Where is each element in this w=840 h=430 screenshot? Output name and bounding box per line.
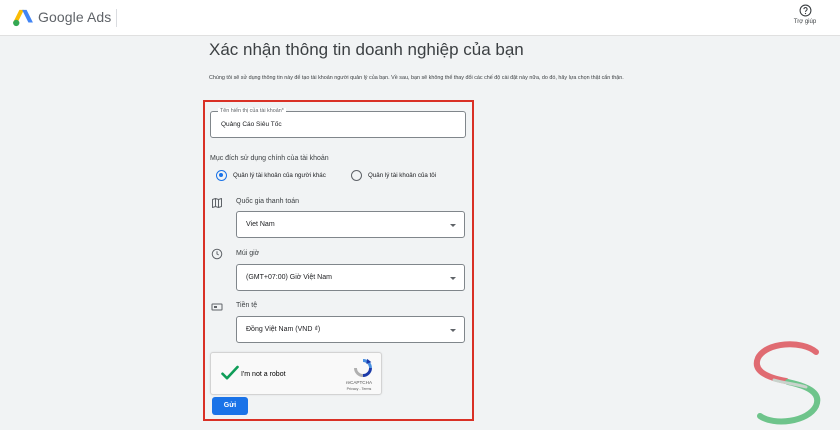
currency-label: Tiền tệ bbox=[236, 302, 258, 309]
purpose-title: Mục đích sử dụng chính của tài khoản bbox=[210, 155, 329, 162]
help-circle-icon bbox=[799, 4, 811, 17]
recaptcha-text: I'm not a robot bbox=[241, 371, 286, 378]
account-name-field[interactable]: Tên hiển thị của tài khoản* Quảng Cáo Si… bbox=[210, 108, 466, 138]
radio-label-manage-own: Quản lý tài khoản của tôi bbox=[368, 171, 437, 179]
recaptcha-widget: I'm not a robot reCAPTCHA Privacy - Term… bbox=[210, 352, 382, 395]
submit-button[interactable]: Gửi bbox=[212, 397, 248, 415]
currency-value: Đồng Việt Nam (VND ₫) bbox=[246, 326, 321, 333]
intro-text: Chúng tôi sẽ sử dụng thông tin này để tạ… bbox=[209, 75, 624, 81]
radio-label-manage-others: Quản lý tài khoản của người khác bbox=[233, 171, 326, 179]
billing-country-value: Viet Nam bbox=[246, 221, 275, 228]
currency-icon bbox=[211, 303, 223, 311]
billing-country-label: Quốc gia thanh toán bbox=[236, 198, 300, 205]
google-ads-logo-icon[interactable] bbox=[12, 9, 34, 27]
help-label: Trợ giúp bbox=[793, 19, 817, 25]
account-name-value[interactable]: Quảng Cáo Siêu Tốc bbox=[221, 121, 282, 128]
product-name: Google Ads bbox=[38, 9, 112, 25]
radio-manage-own[interactable]: Quản lý tài khoản của tôi bbox=[351, 168, 436, 182]
timezone-select[interactable]: (GMT+07:00) Giờ Việt Nam bbox=[236, 264, 465, 291]
page-title: Xác nhận thông tin doanh nghiệp của bạn bbox=[209, 40, 524, 59]
currency-select[interactable]: Đồng Việt Nam (VND ₫) bbox=[236, 316, 465, 343]
recaptcha-brand: reCAPTCHA bbox=[345, 380, 373, 385]
account-name-label: Tên hiển thị của tài khoản* bbox=[218, 108, 286, 115]
timezone-value: (GMT+07:00) Giờ Việt Nam bbox=[246, 274, 332, 281]
radio-manage-others[interactable]: Quản lý tài khoản của người khác bbox=[216, 168, 326, 182]
dropdown-arrow-icon bbox=[450, 224, 456, 227]
help-button[interactable]: Trợ giúp bbox=[790, 4, 820, 32]
timezone-label: Múi giờ bbox=[236, 250, 260, 257]
billing-country-select[interactable]: Viet Nam bbox=[236, 211, 465, 238]
top-bar: Google Ads Trợ giúp bbox=[0, 0, 840, 36]
recaptcha-privacy-terms[interactable]: Privacy - Terms bbox=[339, 387, 379, 391]
header-divider bbox=[116, 9, 117, 27]
recaptcha-logo-icon bbox=[354, 358, 372, 377]
checkmark-icon[interactable] bbox=[221, 365, 239, 381]
clock-icon bbox=[211, 248, 223, 260]
dropdown-arrow-icon bbox=[450, 329, 456, 332]
radio-button-unselected[interactable] bbox=[351, 169, 362, 181]
dropdown-arrow-icon bbox=[450, 277, 456, 280]
brand-s-logo-icon bbox=[753, 341, 821, 425]
radio-button-selected[interactable] bbox=[216, 169, 227, 181]
map-icon bbox=[212, 198, 222, 208]
